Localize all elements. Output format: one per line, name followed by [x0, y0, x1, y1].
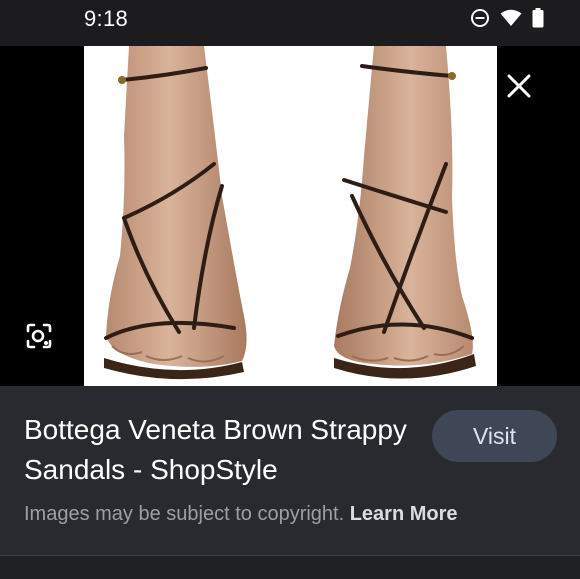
wifi-icon [500, 9, 522, 27]
status-icons [470, 8, 544, 28]
lens-icon [25, 322, 53, 355]
sandals-illustration [84, 46, 497, 386]
learn-more-link[interactable]: Learn More [350, 503, 458, 525]
product-title[interactable]: Bottega Veneta Brown Strappy Sandals - S… [24, 410, 424, 490]
result-info-panel: Bottega Veneta Brown Strappy Sandals - S… [0, 386, 580, 555]
copyright-text: Images may be subject to copyright. [24, 503, 345, 525]
bottom-area [0, 556, 580, 579]
copyright-notice: Images may be subject to copyright. Lear… [24, 503, 458, 526]
status-bar: 9:18 [0, 0, 580, 46]
image-viewer[interactable] [0, 46, 580, 386]
lens-button[interactable] [22, 321, 56, 355]
status-time: 9:18 [84, 6, 129, 31]
close-icon[interactable] [506, 73, 532, 104]
do-not-disturb-icon [470, 8, 490, 28]
visit-button[interactable]: Visit [432, 410, 557, 462]
battery-icon [532, 8, 544, 28]
product-image[interactable] [84, 46, 497, 386]
